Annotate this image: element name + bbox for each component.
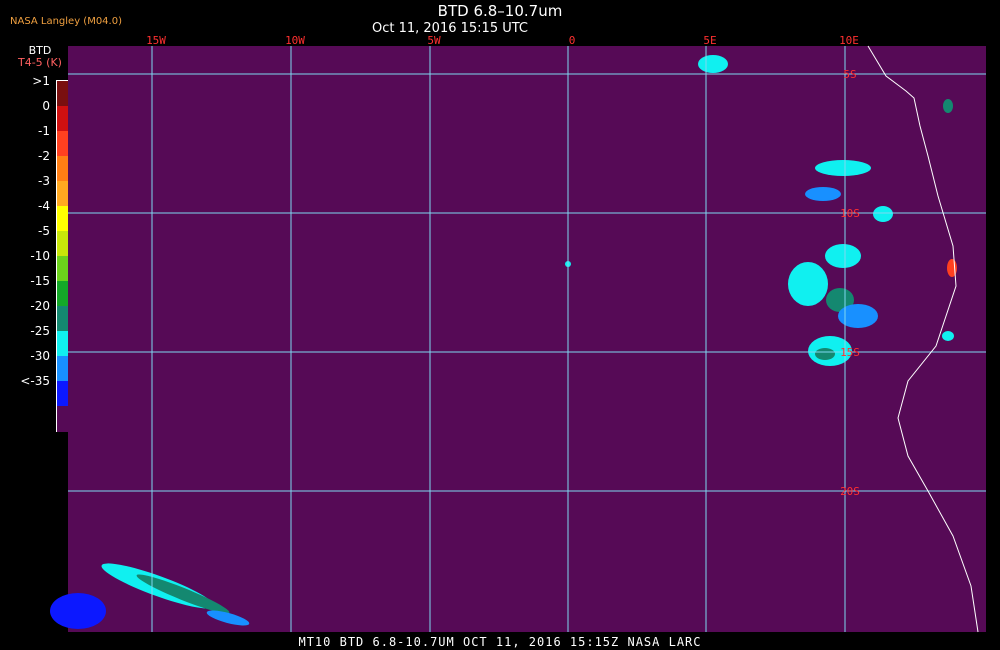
lon-label: 5E xyxy=(703,34,716,47)
legend-tick: -1 xyxy=(38,124,50,138)
legend-tick: -4 xyxy=(38,199,50,213)
satellite-map: 15W 10W 5W 0 5E 10E 5S 10S 15S 20S xyxy=(50,34,986,633)
legend-tick: -30 xyxy=(30,349,50,363)
cloud-patch xyxy=(838,304,878,328)
legend-tick: -15 xyxy=(30,274,50,288)
legend-tick: -20 xyxy=(30,299,50,313)
cloud-patch xyxy=(788,262,828,306)
legend-tick: <-35 xyxy=(20,374,50,388)
cloud-patch xyxy=(698,55,728,73)
cloud-patch xyxy=(815,160,871,176)
cloud-patch xyxy=(815,348,835,360)
cloud-patch xyxy=(943,99,953,113)
cloud-patch xyxy=(50,593,106,629)
lon-label: 5W xyxy=(427,34,441,47)
lon-label: 0 xyxy=(569,34,576,47)
legend-tick: 0 xyxy=(42,99,50,113)
product-title: BTD 6.8–10.7um xyxy=(437,2,563,20)
cloud-patch xyxy=(825,244,861,268)
legend-tick: -5 xyxy=(38,224,50,238)
legend-tick: >1 xyxy=(32,74,50,88)
map-background xyxy=(68,46,986,632)
lat-label: 5S xyxy=(843,68,856,81)
legend-unit: T4-5 (K) xyxy=(18,56,62,69)
lon-label: 10W xyxy=(285,34,305,47)
lon-label: 10E xyxy=(839,34,859,47)
legend-tick: -3 xyxy=(38,174,50,188)
lat-label: 20S xyxy=(840,485,860,498)
cloud-patch xyxy=(942,331,954,341)
lat-label: 15S xyxy=(840,346,860,359)
cloud-patch xyxy=(805,187,841,201)
lon-label: 15W xyxy=(146,34,166,47)
timestamp: Oct 11, 2016 15:15 UTC xyxy=(372,21,528,36)
legend-tick: -2 xyxy=(38,149,50,163)
legend-header: BTD T4-5 (K) xyxy=(10,45,70,69)
footer-caption: MT10 BTD 6.8-10.7UM OCT 11, 2016 15:15Z … xyxy=(298,635,702,649)
legend-tick: -10 xyxy=(30,249,50,263)
legend-tick: -25 xyxy=(30,324,50,338)
lat-label: 10S xyxy=(840,207,860,220)
cloud-patch xyxy=(873,206,893,222)
